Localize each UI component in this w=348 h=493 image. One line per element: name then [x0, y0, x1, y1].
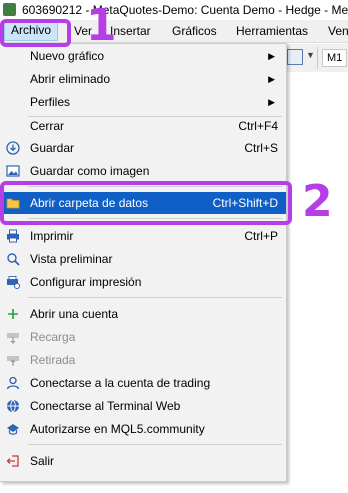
mql5-hat-icon [7, 424, 19, 435]
print-preview-icon [7, 253, 20, 266]
submenu-arrow-icon: ▶ [268, 74, 275, 84]
menu-item-abrir-una-cuenta[interactable]: Abrir una cuenta [0, 303, 286, 325]
menu-item-nuevo-grafico[interactable]: Nuevo gráfico ▶ [0, 45, 286, 67]
timeframe-m1-button[interactable]: M1 [322, 49, 348, 67]
menu-item-retirada[interactable]: Retirada [0, 349, 286, 371]
menu-item-label: Retirada [30, 353, 76, 367]
menu-item-label: Conectarse a la cuenta de trading [30, 376, 211, 390]
image-icon [6, 165, 20, 177]
menu-ventana[interactable]: Ven [322, 22, 348, 40]
menu-item-label: Conectarse al Terminal Web [30, 399, 181, 413]
menu-item-conectarse-terminal-web[interactable]: Conectarse al Terminal Web [0, 395, 286, 417]
plus-icon [8, 309, 18, 319]
menu-item-label: Cerrar [30, 119, 65, 133]
menu-separator [28, 297, 282, 298]
menu-item-recarga[interactable]: Recarga [0, 326, 286, 348]
chevron-down-icon[interactable]: ▼ [306, 50, 315, 60]
menu-item-label: Guardar [30, 141, 75, 155]
menu-item-label: Guardar como imagen [30, 164, 150, 178]
menu-item-label: Abrir una cuenta [30, 307, 119, 321]
user-icon [6, 376, 20, 390]
menu-item-guardar-como-imagen[interactable]: Guardar como imagen [0, 160, 286, 182]
withdraw-icon [7, 356, 19, 366]
menu-item-configurar-impresion[interactable]: Configurar impresión [0, 271, 286, 293]
menu-item-label: Autorizarse en MQL5.community [30, 422, 205, 436]
submenu-arrow-icon: ▶ [268, 51, 275, 61]
save-icon [6, 141, 20, 155]
menu-item-conectarse-cuenta-trading[interactable]: Conectarse a la cuenta de trading [0, 372, 286, 394]
menu-item-guardar[interactable]: Guardar Ctrl+S [0, 137, 286, 159]
window-titlebar: 603690212 - MetaQuotes-Demo: Cuenta Demo… [0, 0, 348, 20]
file-menu-dropdown: Nuevo gráfico ▶ Abrir eliminado ▶ Perfil… [0, 43, 287, 482]
window-title: 603690212 - MetaQuotes-Demo: Cuenta Demo… [22, 3, 348, 17]
chart-tool-icon[interactable] [287, 49, 303, 65]
menu-item-label: Recarga [30, 330, 76, 344]
menu-item-shortcut: Ctrl+F4 [238, 119, 278, 133]
print-setup-icon [7, 276, 20, 289]
menu-item-label: Configurar impresión [30, 275, 142, 289]
menu-item-label: Imprimir [30, 229, 74, 243]
menu-item-imprimir[interactable]: Imprimir Ctrl+P [0, 225, 286, 247]
annotation-step-2: 2 [302, 176, 333, 227]
menu-item-label: Vista preliminar [30, 252, 113, 266]
menu-item-shortcut: Ctrl+P [244, 229, 278, 243]
menu-item-label: Abrir eliminado [30, 72, 111, 86]
menu-item-autorizarse-mql5[interactable]: Autorizarse en MQL5.community [0, 418, 286, 440]
toolbar: ▼ M1 [287, 44, 348, 72]
annotation-box-archivo [0, 19, 71, 47]
globe-icon [7, 399, 19, 413]
menu-herramientas[interactable]: Herramientas [230, 22, 314, 40]
metatrader-app-icon [3, 3, 16, 16]
menu-item-label: Salir [30, 454, 55, 468]
annotation-box-abrir-carpeta [0, 181, 292, 225]
toolbar-divider [317, 47, 318, 69]
menu-item-cerrar[interactable]: Cerrar Ctrl+F4 [0, 115, 286, 137]
menu-item-perfiles[interactable]: Perfiles ▶ [0, 91, 286, 113]
submenu-arrow-icon: ▶ [268, 97, 275, 107]
menu-item-abrir-eliminado[interactable]: Abrir eliminado ▶ [0, 68, 286, 90]
menu-item-vista-preliminar[interactable]: Vista preliminar [0, 248, 286, 270]
printer-icon [7, 229, 19, 243]
menu-item-salir[interactable]: Salir [0, 450, 286, 472]
annotation-step-1: 1 [86, 0, 117, 51]
menu-item-label: Perfiles [30, 95, 71, 109]
menu-separator [28, 444, 282, 445]
exit-icon [6, 455, 19, 467]
deposit-icon [7, 333, 19, 344]
menu-item-shortcut: Ctrl+S [244, 141, 278, 155]
menu-graficos[interactable]: Gráficos [166, 22, 223, 40]
